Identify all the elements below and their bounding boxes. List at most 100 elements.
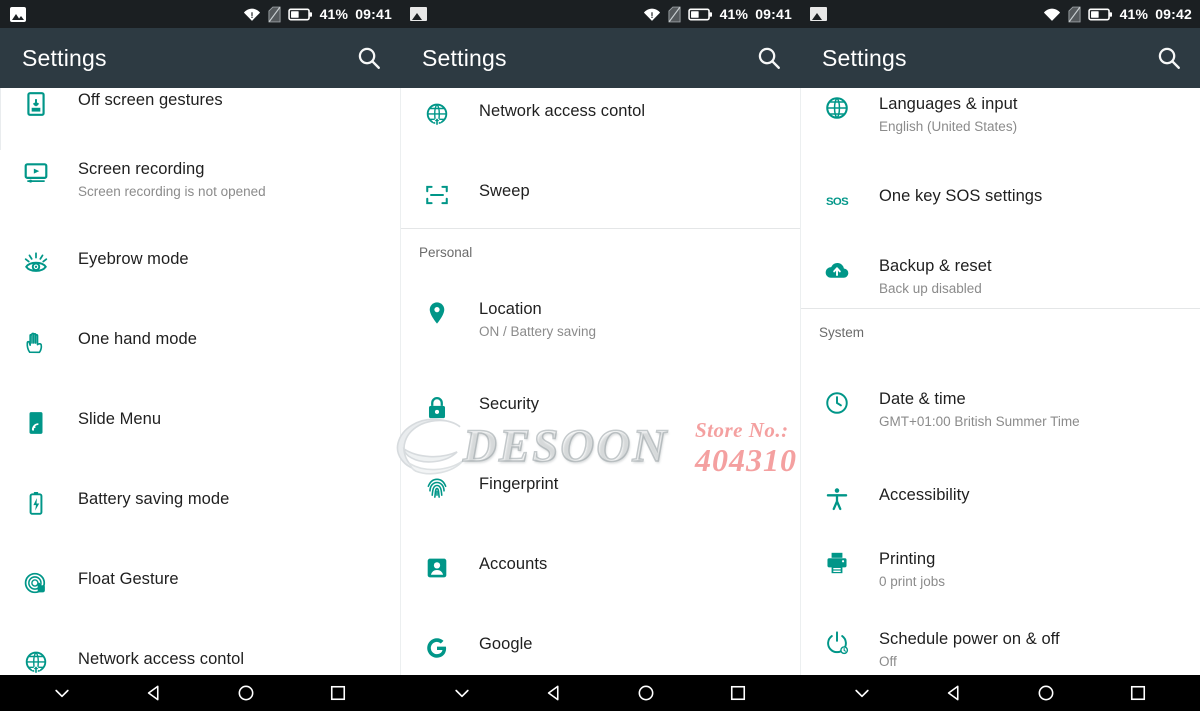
- list-item-title: One hand mode: [78, 330, 197, 348]
- recents-square-icon[interactable]: [728, 683, 748, 703]
- list-item-subtitle: ON / Battery saving: [479, 324, 597, 339]
- google-icon: [415, 633, 459, 663]
- wifi-exclamation-icon: [643, 8, 660, 21]
- hide-keyboard-button[interactable]: [45, 676, 79, 710]
- battery-level: 41%: [719, 6, 749, 22]
- backup-reset-icon: [825, 262, 849, 278]
- list-item-title: Date & time: [879, 390, 966, 408]
- home-circle-icon[interactable]: [1036, 683, 1056, 703]
- home-button[interactable]: [629, 676, 663, 710]
- chevron-down-icon[interactable]: [452, 683, 472, 703]
- list-item[interactable]: Battery saving mode: [0, 488, 400, 518]
- printing-icon: [815, 548, 859, 578]
- list-item-title: Screen recording: [78, 160, 205, 178]
- list-item-text: One hand mode: [78, 328, 197, 350]
- list-item[interactable]: Screen recording Screen recording is not …: [0, 158, 400, 201]
- list-item-text: Google: [479, 633, 533, 655]
- fingerprint-icon: [415, 473, 459, 503]
- home-circle-icon[interactable]: [636, 683, 656, 703]
- list-item-title: Accounts: [479, 555, 548, 573]
- accessibility-icon: [815, 484, 859, 514]
- network-access-icon: [426, 103, 448, 126]
- network-access-icon: [25, 651, 47, 674]
- printing-icon: [827, 552, 847, 574]
- list-item[interactable]: Location ON / Battery saving: [401, 298, 800, 341]
- list-item[interactable]: Accessibility: [801, 484, 1200, 514]
- triple-settings-screenshot: 41% 09:41 41% 09:41 41% 09:42 Settings Setting…: [0, 0, 1200, 711]
- recents-button[interactable]: [321, 676, 355, 710]
- list-item[interactable]: Security: [401, 393, 800, 423]
- list-item-subtitle: GMT+01:00 British Summer Time: [879, 414, 1080, 429]
- list-item[interactable]: One hand mode: [0, 328, 400, 358]
- list-item[interactable]: Languages & input English (United States): [801, 93, 1200, 136]
- recents-button[interactable]: [1121, 676, 1155, 710]
- list-item[interactable]: Network access contol: [0, 648, 400, 675]
- photo-icon: [410, 7, 427, 21]
- accounts-icon: [427, 558, 447, 578]
- list-item[interactable]: Sweep: [401, 180, 800, 210]
- list-item[interactable]: Eyebrow mode: [0, 248, 400, 278]
- status-clock: 09:41: [355, 6, 392, 22]
- home-button[interactable]: [1029, 676, 1063, 710]
- languages-input-icon: [815, 93, 859, 123]
- hide-keyboard-button[interactable]: [845, 676, 879, 710]
- list-item[interactable]: Date & time GMT+01:00 British Summer Time: [801, 388, 1200, 431]
- list-item-text: Languages & input English (United States): [879, 93, 1017, 136]
- search-icon[interactable]: [756, 45, 782, 71]
- wifi-exclamation-icon: [243, 8, 260, 21]
- list-item[interactable]: Network access contol: [401, 100, 800, 130]
- svg-text:SOS: SOS: [826, 196, 849, 208]
- list-item-text: Battery saving mode: [78, 488, 229, 510]
- section-divider: [801, 308, 1200, 309]
- app-bar-3: Settings: [800, 28, 1200, 88]
- status-clock: 09:41: [755, 6, 792, 22]
- back-button[interactable]: [937, 676, 971, 710]
- chevron-down-icon[interactable]: [52, 683, 72, 703]
- network-access-icon: [14, 648, 58, 675]
- navigation-bar-1: [0, 675, 400, 711]
- recents-square-icon[interactable]: [1128, 683, 1148, 703]
- search-icon[interactable]: [356, 45, 382, 71]
- back-button[interactable]: [537, 676, 571, 710]
- list-item-text: Sweep: [479, 180, 530, 202]
- home-circle-icon[interactable]: [236, 683, 256, 703]
- chevron-down-icon[interactable]: [852, 683, 872, 703]
- location-icon: [429, 302, 445, 324]
- panel-1: Off screen gestures Screen recording Scree…: [0, 88, 400, 675]
- eyebrow-mode-icon: [24, 252, 48, 272]
- list-item-text: Screen recording Screen recording is not …: [78, 158, 266, 201]
- back-triangle-icon[interactable]: [944, 683, 964, 703]
- schedule-power-icon: [827, 631, 849, 655]
- list-item-text: Accounts: [479, 553, 547, 575]
- list-item-title: Network access contol: [479, 102, 646, 120]
- list-item[interactable]: Printing 0 print jobs: [801, 548, 1200, 591]
- security-lock-icon: [415, 393, 459, 423]
- status-bar-1: 41% 09:41: [0, 0, 400, 28]
- back-triangle-icon[interactable]: [544, 683, 564, 703]
- slide-menu-icon: [14, 408, 58, 438]
- page-title: Settings: [422, 44, 507, 71]
- list-item-text: Location ON / Battery saving: [479, 298, 596, 341]
- list-item[interactable]: Google: [401, 633, 800, 663]
- recents-button[interactable]: [721, 676, 755, 710]
- float-gesture-icon: [14, 568, 58, 598]
- list-item[interactable]: SOS One key SOS settings: [801, 185, 1200, 215]
- no-sim-icon: [268, 6, 281, 22]
- google-icon: [427, 638, 447, 658]
- list-item[interactable]: Float Gesture: [0, 568, 400, 598]
- list-item[interactable]: Off screen gestures: [0, 89, 400, 119]
- recents-square-icon[interactable]: [328, 683, 348, 703]
- list-item[interactable]: Backup & reset Back up disabled: [801, 255, 1200, 298]
- section-header-personal: Personal: [419, 245, 473, 260]
- network-access-icon: [415, 100, 459, 130]
- list-item[interactable]: Accounts: [401, 553, 800, 583]
- home-button[interactable]: [229, 676, 263, 710]
- list-item[interactable]: Fingerprint: [401, 473, 800, 503]
- back-triangle-icon[interactable]: [144, 683, 164, 703]
- list-item-title: Slide Menu: [78, 410, 162, 428]
- hide-keyboard-button[interactable]: [445, 676, 479, 710]
- search-icon[interactable]: [1156, 45, 1182, 71]
- list-item[interactable]: Schedule power on & off Off: [801, 628, 1200, 671]
- list-item[interactable]: Slide Menu: [0, 408, 400, 438]
- back-button[interactable]: [137, 676, 171, 710]
